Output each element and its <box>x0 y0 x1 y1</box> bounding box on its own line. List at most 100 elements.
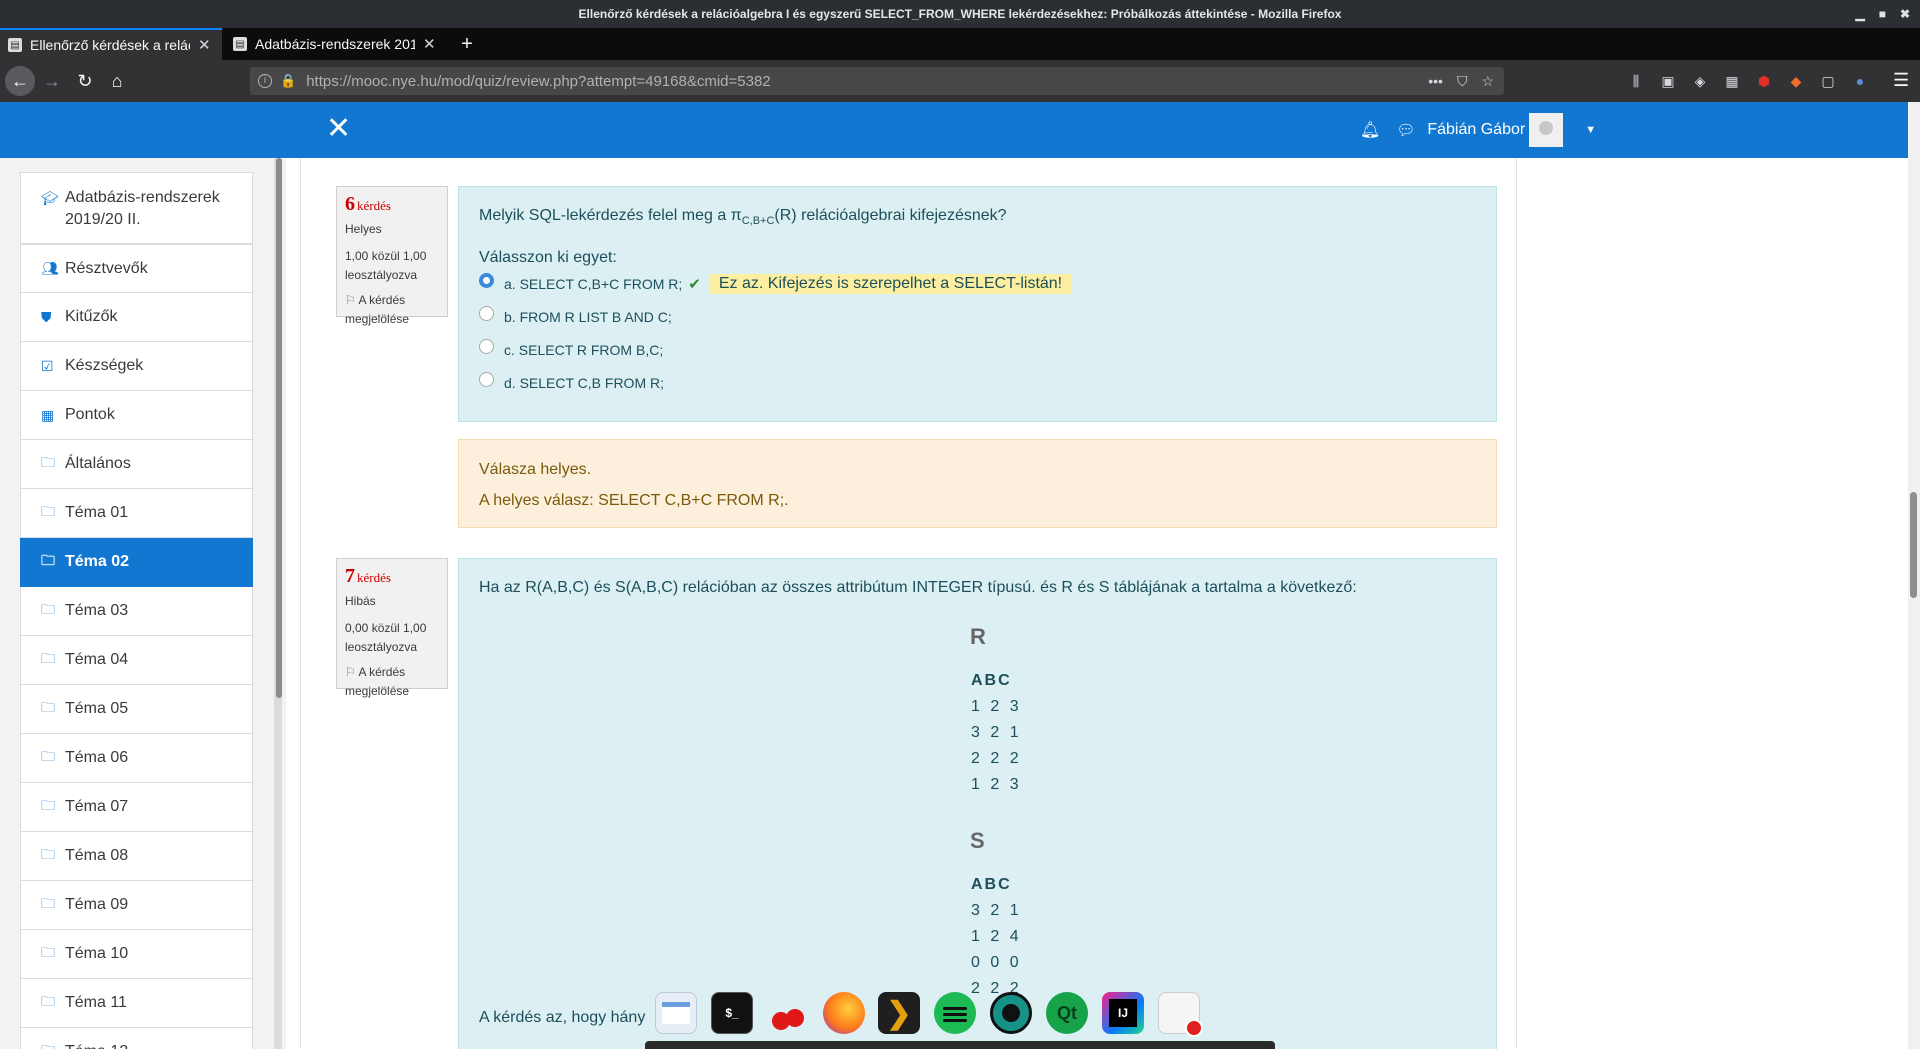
drawer-item-t-ma-02[interactable]: 🗀 Téma 02 <box>20 538 253 587</box>
extension-grid-icon[interactable]: ▦ <box>1722 73 1742 90</box>
terminal-icon[interactable]: $_ <box>711 992 753 1034</box>
page-actions-icon[interactable]: ••• <box>1428 73 1443 89</box>
document-edit-icon[interactable] <box>1158 992 1203 1037</box>
page-scrollbar-thumb[interactable] <box>1910 492 1917 598</box>
answer-option-b[interactable]: b. FROM R LIST B AND C; <box>479 300 1476 333</box>
graduation-cap-icon: 🎓︎ <box>41 190 59 206</box>
drawer-close-icon[interactable]: ✕ <box>326 112 351 146</box>
drawer-item-pontok[interactable]: ▦ Pontok <box>20 391 253 440</box>
radio-button[interactable] <box>479 372 494 388</box>
radio-button[interactable] <box>479 273 494 289</box>
drawer-nav-list: 🎓︎ Adatbázis-rendszerek 2019/20 II. 👥︎ Ré… <box>20 172 253 1049</box>
question-text-part: (R) relációalgebrai kifejezésnek? <box>774 207 1007 224</box>
table-s-title: S <box>970 828 985 853</box>
drawer-item-t-ma-03[interactable]: 🗀 Téma 03 <box>20 587 253 636</box>
user-area: 🔔︎ 💬︎ Fábián Gábor ▼ <box>1360 102 1596 158</box>
maximize-icon[interactable]: ■ <box>1879 0 1886 28</box>
tab-close-icon[interactable]: ✕ <box>198 36 211 54</box>
hamburger-menu-icon[interactable]: ☰ <box>1893 70 1909 91</box>
answer-option-c[interactable]: c. SELECT R FROM B,C; <box>479 333 1476 366</box>
tab-course[interactable]: ▤ Adatbázis-rendszerek 2019/20 II. ✕ <box>225 28 447 60</box>
drawer-item-label: Téma 08 <box>65 847 129 864</box>
chat-icon[interactable]: 💬︎ <box>1396 121 1415 139</box>
answer-option-d[interactable]: d. SELECT C,B FROM R; <box>479 366 1476 399</box>
url-text[interactable]: https://mooc.nye.hu/mod/quiz/review.php?… <box>306 73 770 90</box>
folder-icon: 🗀 <box>41 993 55 1009</box>
answer-option-a[interactable]: a. SELECT C,B+C FROM R; ✔ Ez az. Kifejez… <box>479 267 1476 300</box>
reload-button[interactable]: ↻ <box>70 66 100 96</box>
folder-icon: 🗀 <box>41 552 55 568</box>
library-icon[interactable]: ⫼ <box>1626 73 1646 90</box>
avatar[interactable] <box>1529 113 1564 147</box>
cherry-icon[interactable] <box>767 992 809 1034</box>
drawer-item-label: Téma 02 <box>65 553 130 570</box>
extension-arrow-icon[interactable]: ◈ <box>1690 73 1710 90</box>
minimize-icon[interactable]: ▁ <box>1855 0 1864 28</box>
intellij-icon[interactable]: IJ <box>1102 992 1144 1034</box>
bookmark-star-icon[interactable]: ☆ <box>1481 73 1494 90</box>
drawer-item-k-szs-gek[interactable]: ☑ Készségek <box>20 342 253 391</box>
drawer-item-t-ma-09[interactable]: 🗀 Téma 09 <box>20 881 253 930</box>
drawer-item--ltal-nos[interactable]: 🗀 Általános <box>20 440 253 489</box>
drawer-item-t-ma-04[interactable]: 🗀 Téma 04 <box>20 636 253 685</box>
extension-cursor-icon[interactable]: ● <box>1850 73 1870 89</box>
drawer-item-t-ma-08[interactable]: 🗀 Téma 08 <box>20 832 253 881</box>
outcome-status: Válasza helyes. <box>479 461 592 478</box>
info-icon[interactable]: i <box>258 74 272 88</box>
drawer-item-t-ma-05[interactable]: 🗀 Téma 05 <box>20 685 253 734</box>
user-name[interactable]: Fábián Gábor <box>1427 121 1525 139</box>
forward-button[interactable]: → <box>37 66 67 96</box>
table-s-row: 1 2 4 <box>971 928 1022 945</box>
radio-button[interactable] <box>479 339 494 355</box>
dock: $_ ❯ Qt IJ <box>645 986 1275 1049</box>
drawer-item-r-sztvev-k[interactable]: 👥︎ Résztvevők <box>20 244 253 293</box>
back-button[interactable]: ← <box>5 66 35 96</box>
drawer-item-t-ma-10[interactable]: 🗀 Téma 10 <box>20 930 253 979</box>
tab-label: Adatbázis-rendszerek 2019/20 II. <box>255 36 415 52</box>
pocket-icon[interactable]: ⛉ <box>1457 73 1468 90</box>
right-answer: A helyes válasz: SELECT C,B+C FROM R;. <box>479 492 789 509</box>
extension-box-icon[interactable]: ▢ <box>1818 73 1838 90</box>
drawer-item-kit-z-k[interactable]: ⛊ Kitűzők <box>20 293 253 342</box>
answer-list: a. SELECT C,B+C FROM R; ✔ Ez az. Kifejez… <box>479 267 1476 399</box>
gitkraken-icon[interactable] <box>990 992 1032 1034</box>
folder-icon: 🗀 <box>41 895 55 911</box>
question-state: Hibás <box>345 594 376 608</box>
drawer-item-t-ma-11[interactable]: 🗀 Téma 11 <box>20 979 253 1028</box>
new-tab-button[interactable]: + <box>456 28 478 60</box>
sidebar-icon[interactable]: ▣ <box>1658 73 1678 90</box>
url-bar[interactable]: i 🔒 https://mooc.nye.hu/mod/quiz/review.… <box>250 67 1504 95</box>
flag-question-link[interactable]: ⚐ A kérdés megjelölése <box>345 291 439 329</box>
files-icon[interactable] <box>655 992 697 1034</box>
spotify-icon[interactable] <box>934 992 976 1034</box>
drawer-item-t-ma-12[interactable]: 🗀Téma 12 <box>20 1028 253 1049</box>
table-r-row: 2 2 2 <box>971 750 1022 767</box>
plex-icon[interactable]: ❯ <box>878 992 920 1034</box>
question-word: kérdés <box>357 198 391 213</box>
qt-icon[interactable]: Qt <box>1046 992 1088 1034</box>
drawer-item-t-ma-01[interactable]: 🗀 Téma 01 <box>20 489 253 538</box>
caret-down-icon[interactable]: ▼ <box>1585 124 1596 136</box>
lock-icon[interactable]: 🔒 <box>280 73 296 89</box>
tab-close-icon[interactable]: ✕ <box>423 35 436 53</box>
close-window-icon[interactable]: ✖ <box>1900 0 1910 28</box>
extension-fox-icon[interactable]: ◆ <box>1786 73 1806 90</box>
bell-icon[interactable]: 🔔︎ <box>1360 120 1380 140</box>
drawer-item-course[interactable]: 🎓︎ Adatbázis-rendszerek 2019/20 II. <box>20 172 253 244</box>
firefox-icon[interactable] <box>823 992 865 1034</box>
ublock-icon[interactable]: ⬢ <box>1754 73 1774 90</box>
flag-question-link[interactable]: ⚐ A kérdés megjelölése <box>345 663 439 701</box>
radio-button[interactable] <box>479 306 494 322</box>
url-actions: ••• ⛉ ☆ <box>1428 67 1494 95</box>
moodle-favicon-icon: ▤ <box>8 38 22 52</box>
drawer-item-t-ma-07[interactable]: 🗀 Téma 07 <box>20 783 253 832</box>
question-grade: 1,00 közül 1,00 leosztályozva <box>345 249 427 282</box>
question-content-6: Melyik SQL-lekérdezés felel meg a πC,B+C… <box>458 186 1497 422</box>
table-s-header: ABC <box>971 876 1012 893</box>
tab-quiz-review[interactable]: ▤ Ellenőrző kérdések a relációalgebra ✕ <box>0 28 222 60</box>
drawer-item-t-ma-06[interactable]: 🗀 Téma 06 <box>20 734 253 783</box>
home-button[interactable]: ⌂ <box>102 66 132 96</box>
drawer-scrollbar-thumb[interactable] <box>276 158 282 698</box>
folder-icon: 🗀 <box>41 601 55 617</box>
folder-icon: 🗀 <box>41 650 55 666</box>
